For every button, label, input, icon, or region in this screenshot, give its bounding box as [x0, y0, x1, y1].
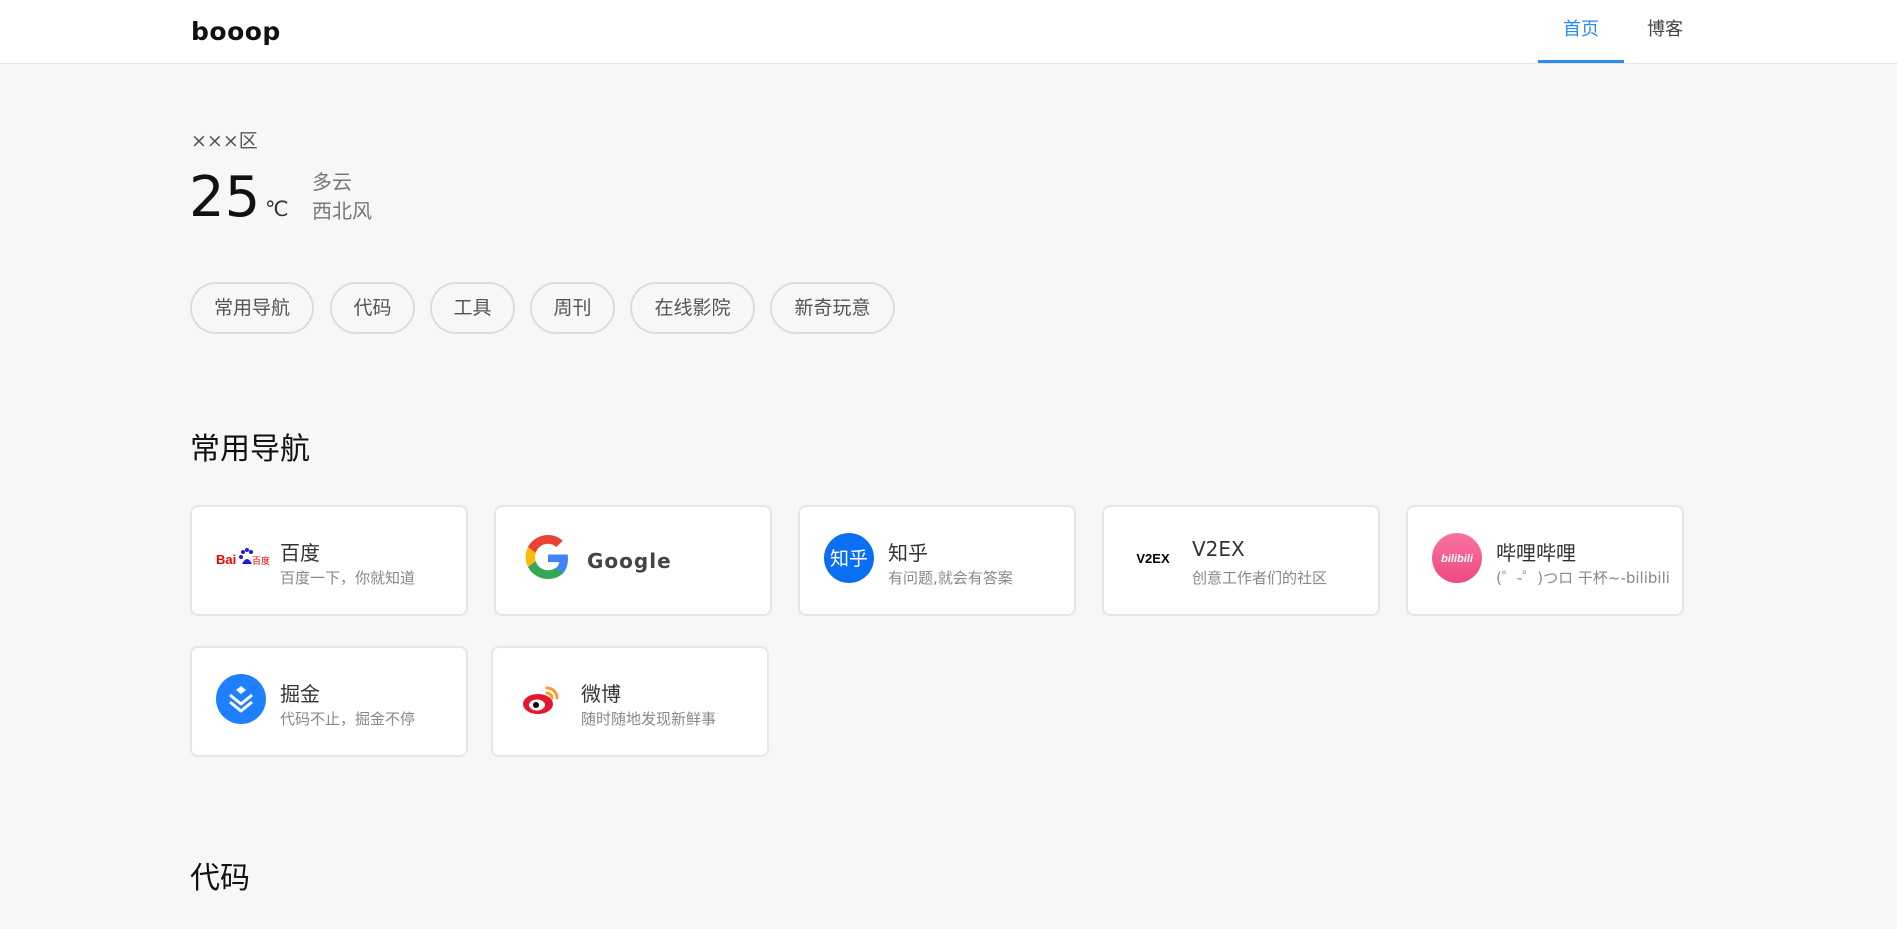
card-description: 有问题,就会有答案	[888, 569, 1013, 587]
card-name: V2EX	[1192, 537, 1245, 561]
svg-text:百度: 百度	[252, 555, 270, 567]
card-name: Google	[587, 549, 672, 573]
weather-location: ×××区	[191, 130, 258, 152]
v2ex-logo-icon: V2EX	[1128, 533, 1178, 583]
card-name: 哔哩哔哩	[1496, 541, 1576, 565]
card-description: 随时随地发现新鲜事	[581, 710, 717, 728]
card-name: 百度	[280, 541, 320, 565]
card-description: 代码不止，掘金不停	[280, 710, 416, 728]
weather-wind: 西北风	[312, 199, 372, 223]
card-description: 创意工作者们的社区	[1192, 569, 1328, 587]
card-name: 微博	[581, 682, 621, 706]
card-google[interactable]: Google	[494, 505, 772, 616]
card-juejin[interactable]: 掘金 代码不止，掘金不停	[190, 646, 468, 757]
section-title-code: 代码	[190, 861, 250, 896]
tag-online-cinema[interactable]: 在线影院	[630, 282, 755, 334]
card-baidu[interactable]: Bai 百度 百度 百度一下，你就知道	[190, 505, 468, 616]
nav-blog-link[interactable]: 博客	[1640, 0, 1690, 63]
weather-condition: 多云	[312, 170, 352, 194]
card-weibo[interactable]: 微博 随时随地发现新鲜事	[491, 646, 769, 757]
tag-weekly[interactable]: 周刊	[530, 282, 615, 334]
weather-temperature: 25	[189, 165, 261, 230]
weather-temperature-unit: ℃	[265, 197, 289, 221]
card-description: 百度一下，你就知道	[280, 569, 416, 587]
card-description: (゜-゜)つロ 干杯~-bilibili	[1496, 569, 1670, 587]
section-title-common-nav: 常用导航	[190, 432, 310, 467]
tag-novelties[interactable]: 新奇玩意	[770, 282, 895, 334]
svg-text:bilibili: bilibili	[1441, 553, 1474, 565]
card-bilibili[interactable]: bilibili 哔哩哔哩 (゜-゜)つロ 干杯~-bilibili	[1406, 505, 1684, 616]
zhihu-logo-icon: 知乎	[824, 533, 874, 583]
weibo-logo-icon	[517, 674, 567, 724]
card-v2ex[interactable]: V2EX V2EX 创意工作者们的社区	[1102, 505, 1380, 616]
svg-text:知乎: 知乎	[830, 548, 868, 570]
top-navbar: booop 首页 博客	[0, 0, 1897, 64]
svg-text:V2EX: V2EX	[1136, 551, 1170, 566]
juejin-logo-icon	[216, 674, 266, 724]
tag-tools[interactable]: 工具	[430, 282, 515, 334]
card-name: 知乎	[888, 541, 928, 565]
google-logo-icon	[524, 534, 574, 584]
bilibili-logo-icon: bilibili	[1432, 533, 1482, 583]
baidu-logo-icon: Bai 百度	[216, 533, 270, 583]
card-name: 掘金	[280, 682, 320, 706]
weather-details: 多云 西北风	[312, 168, 372, 226]
svg-text:Bai: Bai	[216, 552, 236, 567]
tag-code[interactable]: 代码	[330, 282, 415, 334]
card-zhihu[interactable]: 知乎 知乎 有问题,就会有答案	[798, 505, 1076, 616]
site-logo[interactable]: booop	[191, 17, 281, 46]
tag-common-nav[interactable]: 常用导航	[190, 282, 314, 334]
nav-home-link[interactable]: 首页	[1538, 0, 1624, 63]
